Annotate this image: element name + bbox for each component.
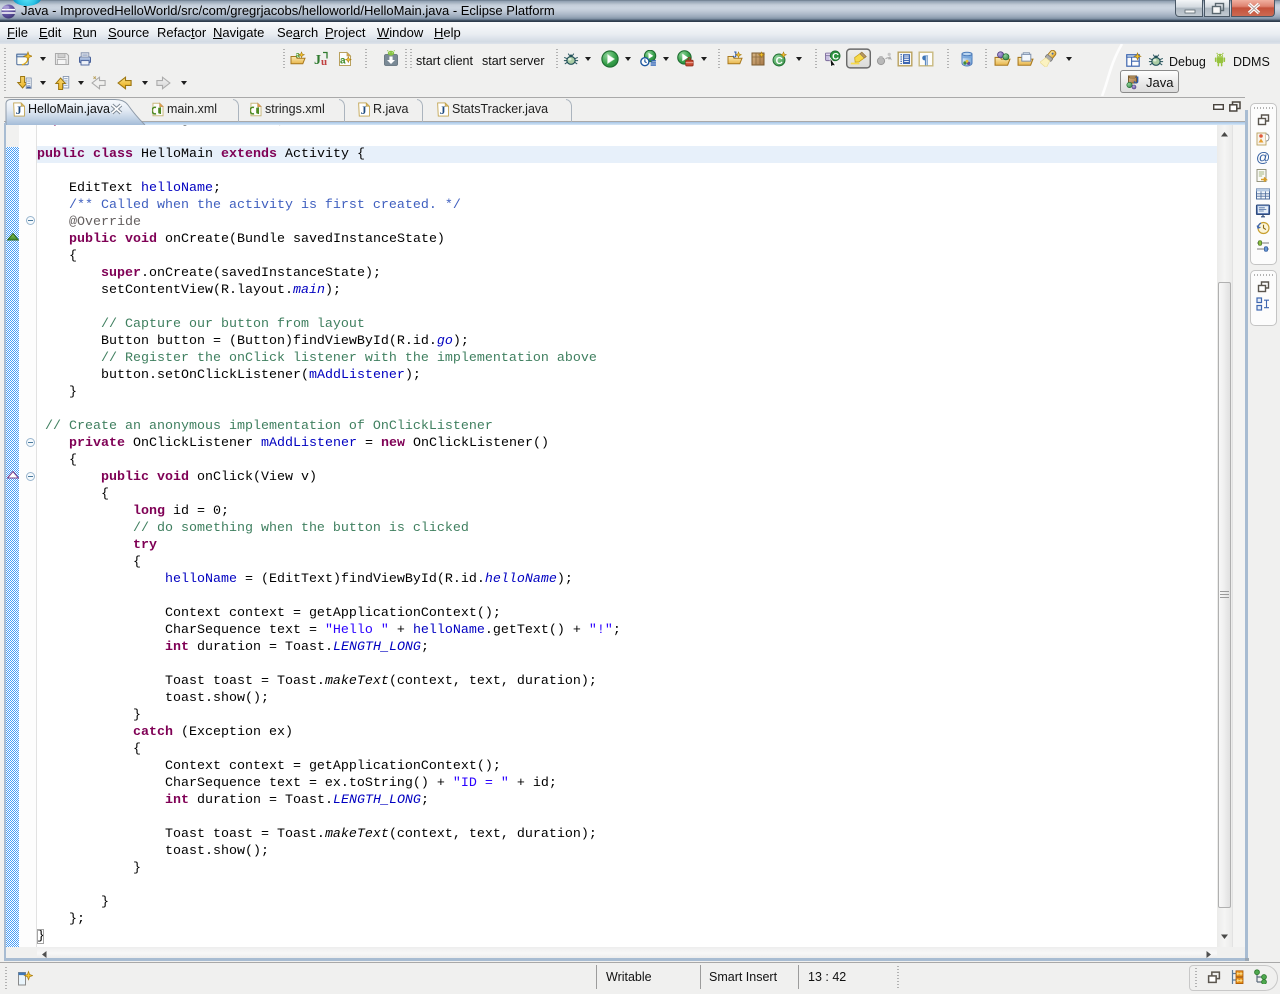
svg-text:C: C xyxy=(776,56,783,67)
svg-text:J: J xyxy=(314,53,321,67)
svg-text:¶: ¶ xyxy=(922,52,929,67)
svg-text:u: u xyxy=(321,56,327,67)
svg-text:a: a xyxy=(340,56,346,67)
svg-text:C: C xyxy=(832,52,839,63)
svg-text:@: @ xyxy=(1256,149,1270,165)
svg-text:J: J xyxy=(16,105,22,117)
svg-text:J: J xyxy=(361,105,367,117)
svg-text:J: J xyxy=(440,105,446,117)
